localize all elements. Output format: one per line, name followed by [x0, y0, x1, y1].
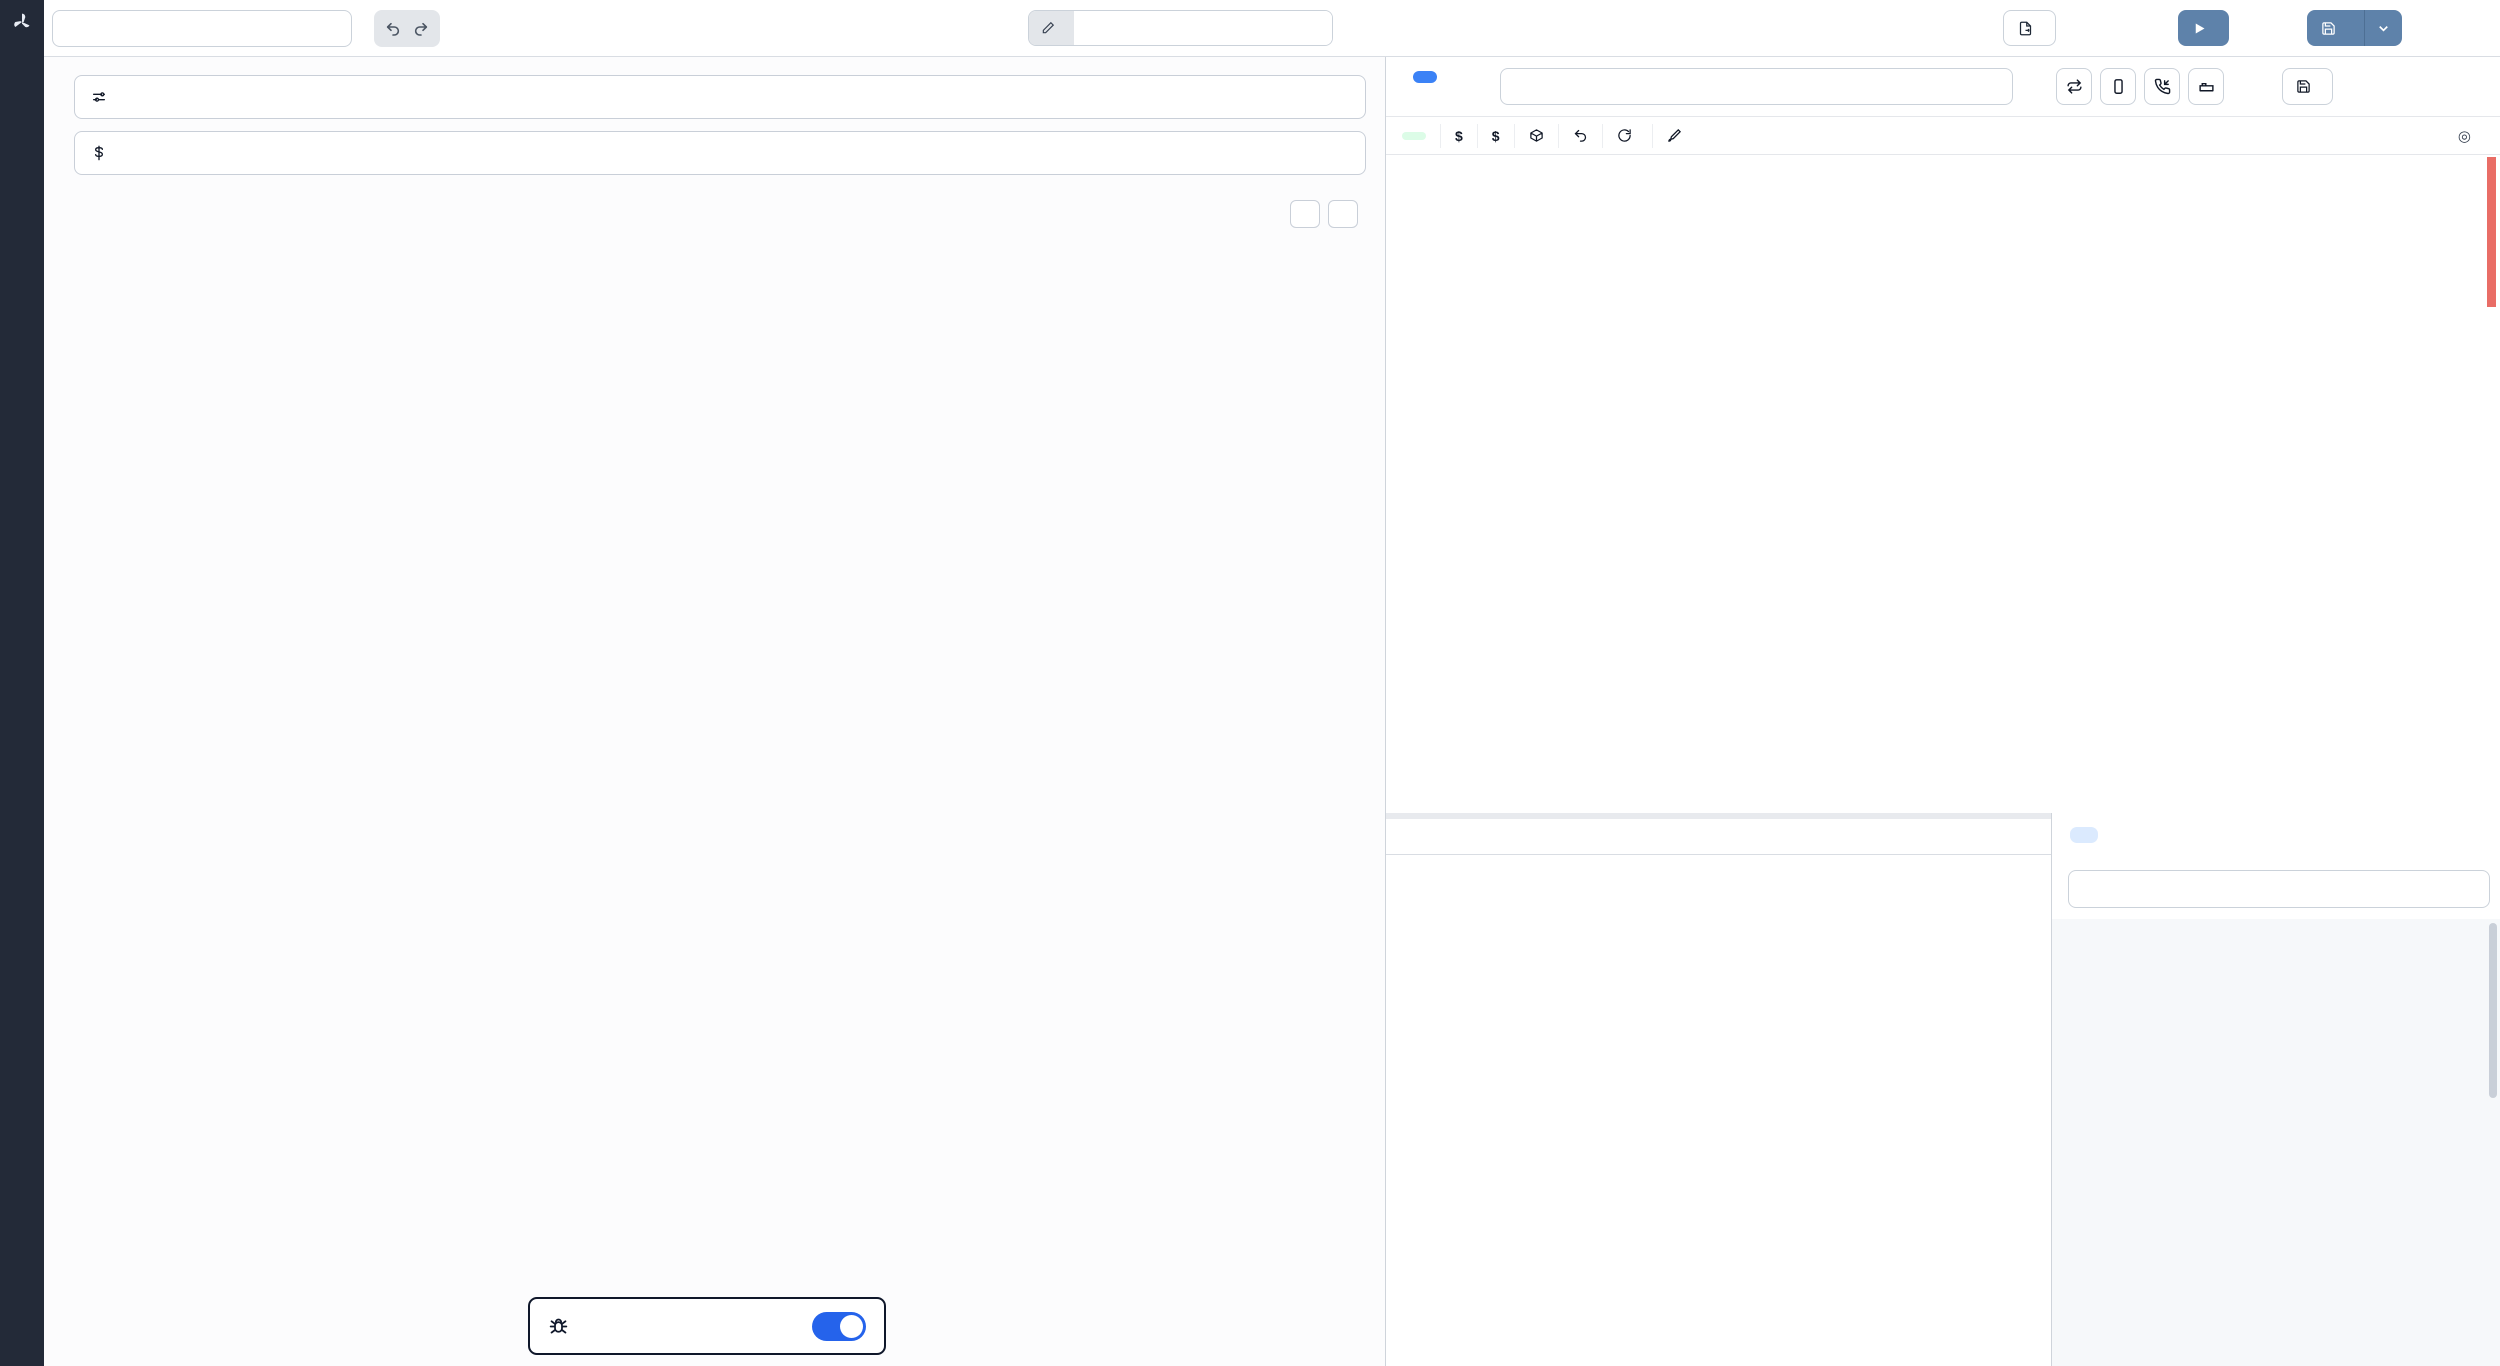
play-icon: [2192, 21, 2207, 36]
editor-toolbar: $ $ ◎: [1386, 117, 2500, 155]
save-icon: [2321, 21, 2336, 36]
sliders-icon: [91, 89, 107, 105]
windmill-logo-icon[interactable]: [12, 12, 32, 32]
summary-input[interactable]: [1500, 68, 2013, 105]
code-editor[interactable]: [1386, 155, 2494, 813]
prop-search-input[interactable]: [2068, 870, 2490, 908]
path-field[interactable]: [1028, 10, 1333, 46]
error-handler-bar[interactable]: [528, 1297, 886, 1355]
redo-icon[interactable]: [413, 21, 429, 37]
step-tabs: [1386, 813, 2051, 855]
save-button[interactable]: [2307, 10, 2402, 46]
dollar-icon: [91, 145, 107, 161]
prop-picker-panel: [2051, 813, 2500, 1366]
zoom-in-button[interactable]: [1290, 200, 1320, 228]
static-inputs-bar[interactable]: [74, 131, 1366, 175]
path-label: [1029, 11, 1074, 45]
chevron-down-icon: [2376, 21, 2391, 36]
flow-edges: [44, 57, 1385, 1366]
reload-icon: [1617, 128, 1632, 143]
left-sidebar: [0, 0, 44, 1366]
undo-icon[interactable]: [1558, 124, 1602, 148]
dollar-resource-icon[interactable]: $: [1477, 124, 1514, 148]
package-icon[interactable]: [1514, 124, 1558, 148]
save-dropdown-button[interactable]: [2364, 10, 2402, 46]
flow-title-input[interactable]: [52, 10, 352, 47]
scrollbar-error-marker: [2487, 157, 2496, 307]
valid-badge: [1402, 132, 1426, 140]
settings-bar[interactable]: [74, 75, 1366, 119]
zoom-out-button[interactable]: [1328, 200, 1358, 228]
save-to-workspace-button[interactable]: [2282, 68, 2333, 105]
undo-redo-group: [374, 10, 440, 47]
format-brush-icon[interactable]: [1652, 124, 1696, 148]
phone-icon[interactable]: [2144, 68, 2180, 105]
reload-language-button[interactable]: [1602, 124, 1652, 148]
save-icon: [2296, 79, 2311, 94]
flow-graph-panel: [44, 57, 1385, 1366]
step-editor-panel: $ $ ◎: [1385, 57, 2500, 1366]
error-handler-toggle[interactable]: [812, 1312, 866, 1341]
prop-list: [2052, 919, 2500, 1366]
step-input-form: [1386, 856, 2051, 1366]
test-flow-button[interactable]: [2178, 10, 2229, 46]
export-json-button[interactable]: [2003, 10, 2056, 46]
sync-icon[interactable]: [2056, 68, 2092, 105]
path-value[interactable]: [1074, 11, 1332, 45]
pencil-icon: [1041, 21, 1055, 35]
assets-icon[interactable]: [2188, 68, 2224, 105]
top-bar: [44, 0, 2500, 57]
prop-list-scrollbar[interactable]: [2489, 923, 2497, 1098]
edit-or-link-input-button[interactable]: [2070, 827, 2098, 843]
dollar-var-icon[interactable]: $: [1440, 124, 1477, 148]
undo-icon[interactable]: [385, 21, 401, 37]
mobile-icon[interactable]: [2100, 68, 2136, 105]
bug-icon: [548, 1316, 569, 1337]
diff-view-icon[interactable]: ◎: [2444, 124, 2485, 148]
editor-header: [1386, 57, 2500, 117]
file-export-icon: [2018, 21, 2033, 36]
language-badge[interactable]: [1413, 71, 1437, 83]
